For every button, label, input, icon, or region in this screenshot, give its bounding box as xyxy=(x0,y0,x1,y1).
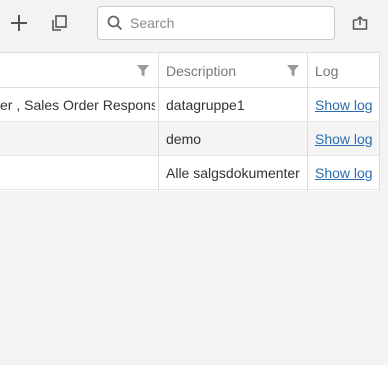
data-grid: Description Log er , Sales Order Respons… xyxy=(0,52,380,191)
show-log-link-text[interactable]: Show log xyxy=(315,131,373,147)
name-cell xyxy=(0,122,155,155)
column-header-description[interactable]: Description xyxy=(166,53,276,88)
export-icon xyxy=(352,15,368,30)
add-button[interactable] xyxy=(5,9,33,37)
table-row[interactable]: demo Show log xyxy=(0,122,379,156)
copy-icon xyxy=(52,15,67,31)
filter-icon[interactable] xyxy=(136,64,150,78)
column-divider xyxy=(158,52,159,191)
description-cell: datagruppe1 xyxy=(166,96,245,113)
plus-icon xyxy=(11,15,27,31)
export-button[interactable] xyxy=(346,9,374,37)
show-log-link[interactable]: Show log xyxy=(315,122,377,155)
description-cell: demo xyxy=(166,130,202,147)
column-header-name[interactable] xyxy=(6,53,146,88)
show-log-link[interactable]: Show log xyxy=(315,156,377,189)
search-box xyxy=(97,6,335,40)
show-log-link[interactable]: Show log xyxy=(315,88,377,121)
show-log-link-text[interactable]: Show log xyxy=(315,165,373,181)
table-row[interactable]: er , Sales Order Response datagruppe1 Sh… xyxy=(0,88,379,122)
toolbar xyxy=(0,0,388,52)
filter-icon[interactable] xyxy=(286,64,300,78)
column-header-log[interactable]: Log xyxy=(315,53,375,88)
search-input[interactable] xyxy=(130,7,328,39)
show-log-link-text[interactable]: Show log xyxy=(315,97,373,113)
name-cell: er , Sales Order Response xyxy=(0,96,155,113)
grid-header: Description Log xyxy=(0,52,379,88)
copy-button[interactable] xyxy=(45,9,73,37)
name-cell xyxy=(0,156,155,189)
column-divider xyxy=(307,52,308,191)
search-icon xyxy=(107,15,123,31)
table-row[interactable]: Alle salgsdokumenter Show log xyxy=(0,156,379,190)
description-cell: Alle salgsdokumenter xyxy=(166,164,300,181)
